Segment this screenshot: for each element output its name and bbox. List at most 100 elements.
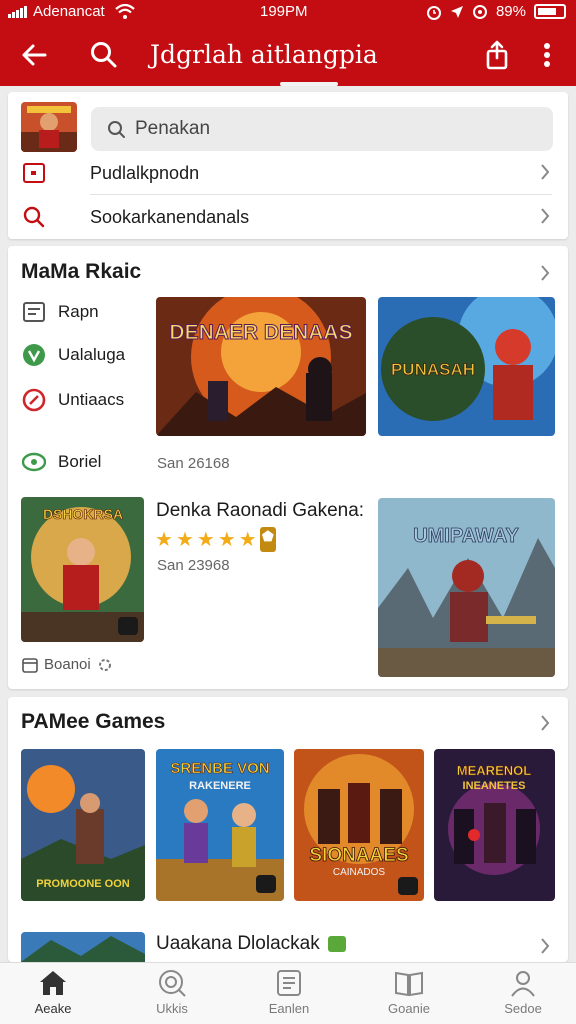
game-tile[interactable]: SRENBE VON RAKENERE xyxy=(156,749,284,901)
featured-section: MaMa Rkaic Rapn Ualaluga Untiaacs Boriel… xyxy=(8,246,568,689)
search-icon xyxy=(91,42,117,68)
status-bar: Adenancat 199PM 89% xyxy=(0,0,576,24)
carrier-label: Adenancat xyxy=(33,3,105,20)
list-icon xyxy=(277,970,301,996)
check-circle-icon xyxy=(23,344,45,366)
quick-link-1[interactable]: Pudlalkpnodn xyxy=(8,151,568,195)
star-half-icon: ⬟ xyxy=(259,527,276,552)
chevron-right-icon[interactable] xyxy=(540,937,550,955)
game-tile[interactable]: MEARENOL INEANETES xyxy=(434,749,555,901)
tile-title: PROMOONE OON xyxy=(36,878,130,890)
nav-label: Aeake xyxy=(34,1001,72,1016)
star-icon: ★ xyxy=(238,529,257,551)
menu-item-rapn[interactable]: Rapn xyxy=(22,301,99,323)
chevron-right-icon xyxy=(541,208,550,224)
battery-percent: 89% xyxy=(495,3,526,20)
game-thumbnail[interactable]: DSHOKRSA xyxy=(21,497,144,642)
home-icon xyxy=(40,971,66,995)
rating-stars: ★ ★ ★ ★ ★ ⬟ xyxy=(155,527,276,552)
game-tile[interactable]: SIONAAES CAINADOS xyxy=(294,749,424,901)
tile-subtitle: INEANETES xyxy=(463,780,526,792)
quick-link-label: Sookarkanendanals xyxy=(90,207,250,227)
menu-item-untiaacs[interactable]: Untiaacs xyxy=(22,388,124,412)
book-icon xyxy=(395,971,423,997)
featured-art-2[interactable]: PUNASAH xyxy=(378,297,555,436)
page-title: Jdgrlah aitlangpia xyxy=(150,40,378,69)
section-title: PAMee Games xyxy=(21,710,166,733)
share-button[interactable] xyxy=(477,35,517,75)
search-button[interactable] xyxy=(84,35,124,75)
location-arrow-icon xyxy=(450,5,463,18)
star-icon: ★ xyxy=(217,529,236,551)
nav-label: Ukkis xyxy=(156,1001,188,1016)
quick-link-label: Pudlalkpnodn xyxy=(90,163,200,183)
search-icon xyxy=(108,120,125,138)
next-row-thumbnail[interactable] xyxy=(21,932,145,962)
star-icon: ★ xyxy=(155,529,173,551)
chevron-right-icon[interactable] xyxy=(540,264,550,282)
tile-subtitle: RAKENERE xyxy=(189,780,251,792)
person-icon xyxy=(511,971,535,997)
eye-icon xyxy=(22,452,46,472)
nav-label: Eanlen xyxy=(268,1001,310,1016)
app-bar: Jdgrlah aitlangpia xyxy=(0,24,576,86)
nav-item-goanie[interactable]: Goanie xyxy=(369,969,449,1016)
wifi-icon xyxy=(115,3,135,19)
menu-item-boriel[interactable]: Boriel xyxy=(22,451,101,473)
share-icon xyxy=(486,40,508,70)
next-row-item[interactable]: Uaakana Dlolackak xyxy=(156,933,346,955)
target-icon xyxy=(22,388,46,412)
back-button[interactable] xyxy=(14,35,54,75)
menu-item-ualaluga[interactable]: Ualaluga xyxy=(22,343,125,367)
list-icon xyxy=(23,302,45,322)
quick-link-2[interactable]: Sookarkanendanals xyxy=(8,195,568,239)
clock: 199PM xyxy=(260,3,308,20)
nav-item-eanlen[interactable]: Eanlen xyxy=(249,969,329,1016)
search-placeholder: Penakan xyxy=(135,118,211,139)
menu-label: Untiaacs xyxy=(58,390,125,409)
signal-icon xyxy=(8,5,27,18)
meta-text: San 26168 xyxy=(157,455,230,472)
next-row-title: Uaakana Dlolackak xyxy=(156,933,320,954)
avatar[interactable] xyxy=(21,102,77,152)
tile-title: SIONAAES xyxy=(309,845,408,866)
tile-subtitle: CAINADOS xyxy=(333,867,386,878)
game-footer: Boanoi xyxy=(22,656,113,673)
back-arrow-icon xyxy=(22,44,47,66)
more-vertical-icon xyxy=(544,43,550,67)
more-options-button[interactable] xyxy=(527,35,567,75)
art-title: DENAER DENAAS xyxy=(169,321,352,344)
game-title[interactable]: Denka Raonadi Gakena: xyxy=(156,500,364,522)
art-title: UMIPAWAY xyxy=(413,525,519,547)
chevron-right-icon xyxy=(541,164,550,180)
menu-label: Ualaluga xyxy=(58,345,126,364)
featured-art-3[interactable]: UMIPAWAY xyxy=(378,498,555,677)
bottom-nav: Aeake Ukkis Eanlen Goanie Sedoe xyxy=(0,962,576,1024)
nav-item-sedoe[interactable]: Sedoe xyxy=(483,969,563,1016)
account-card: Penakan Pudlalkpnodn Sookarkanendanals xyxy=(8,92,568,239)
gear-icon xyxy=(98,658,111,671)
nav-item-ukkis[interactable]: Ukkis xyxy=(132,969,212,1016)
menu-label: Boriel xyxy=(58,452,102,471)
section-title: MaMa Rkaic xyxy=(21,260,142,283)
search-circle-icon xyxy=(159,970,186,997)
menu-label: Rapn xyxy=(58,302,99,321)
battery-icon xyxy=(534,4,566,19)
calendar-icon xyxy=(22,657,38,673)
featured-art-1[interactable]: DENAER DENAAS xyxy=(156,297,366,436)
sync-icon xyxy=(472,4,487,19)
art-title: PUNASAH xyxy=(391,360,475,379)
tile-title: MEARENOL xyxy=(457,763,531,778)
tile-title: SRENBE VON xyxy=(170,760,269,777)
nav-item-home[interactable]: Aeake xyxy=(13,969,93,1016)
search-input[interactable]: Penakan xyxy=(91,107,553,151)
nav-label: Goanie xyxy=(388,1001,430,1016)
verified-badge-icon xyxy=(327,936,346,952)
alarm-icon xyxy=(426,5,441,20)
game-tile[interactable]: PROMOONE OON xyxy=(21,749,145,901)
chevron-right-icon[interactable] xyxy=(540,714,550,732)
footer-label: Boanoi xyxy=(44,656,91,673)
meta-text: San 23968 xyxy=(157,557,230,574)
nav-label: Sedoe xyxy=(504,1001,542,1016)
search-icon xyxy=(23,206,45,228)
